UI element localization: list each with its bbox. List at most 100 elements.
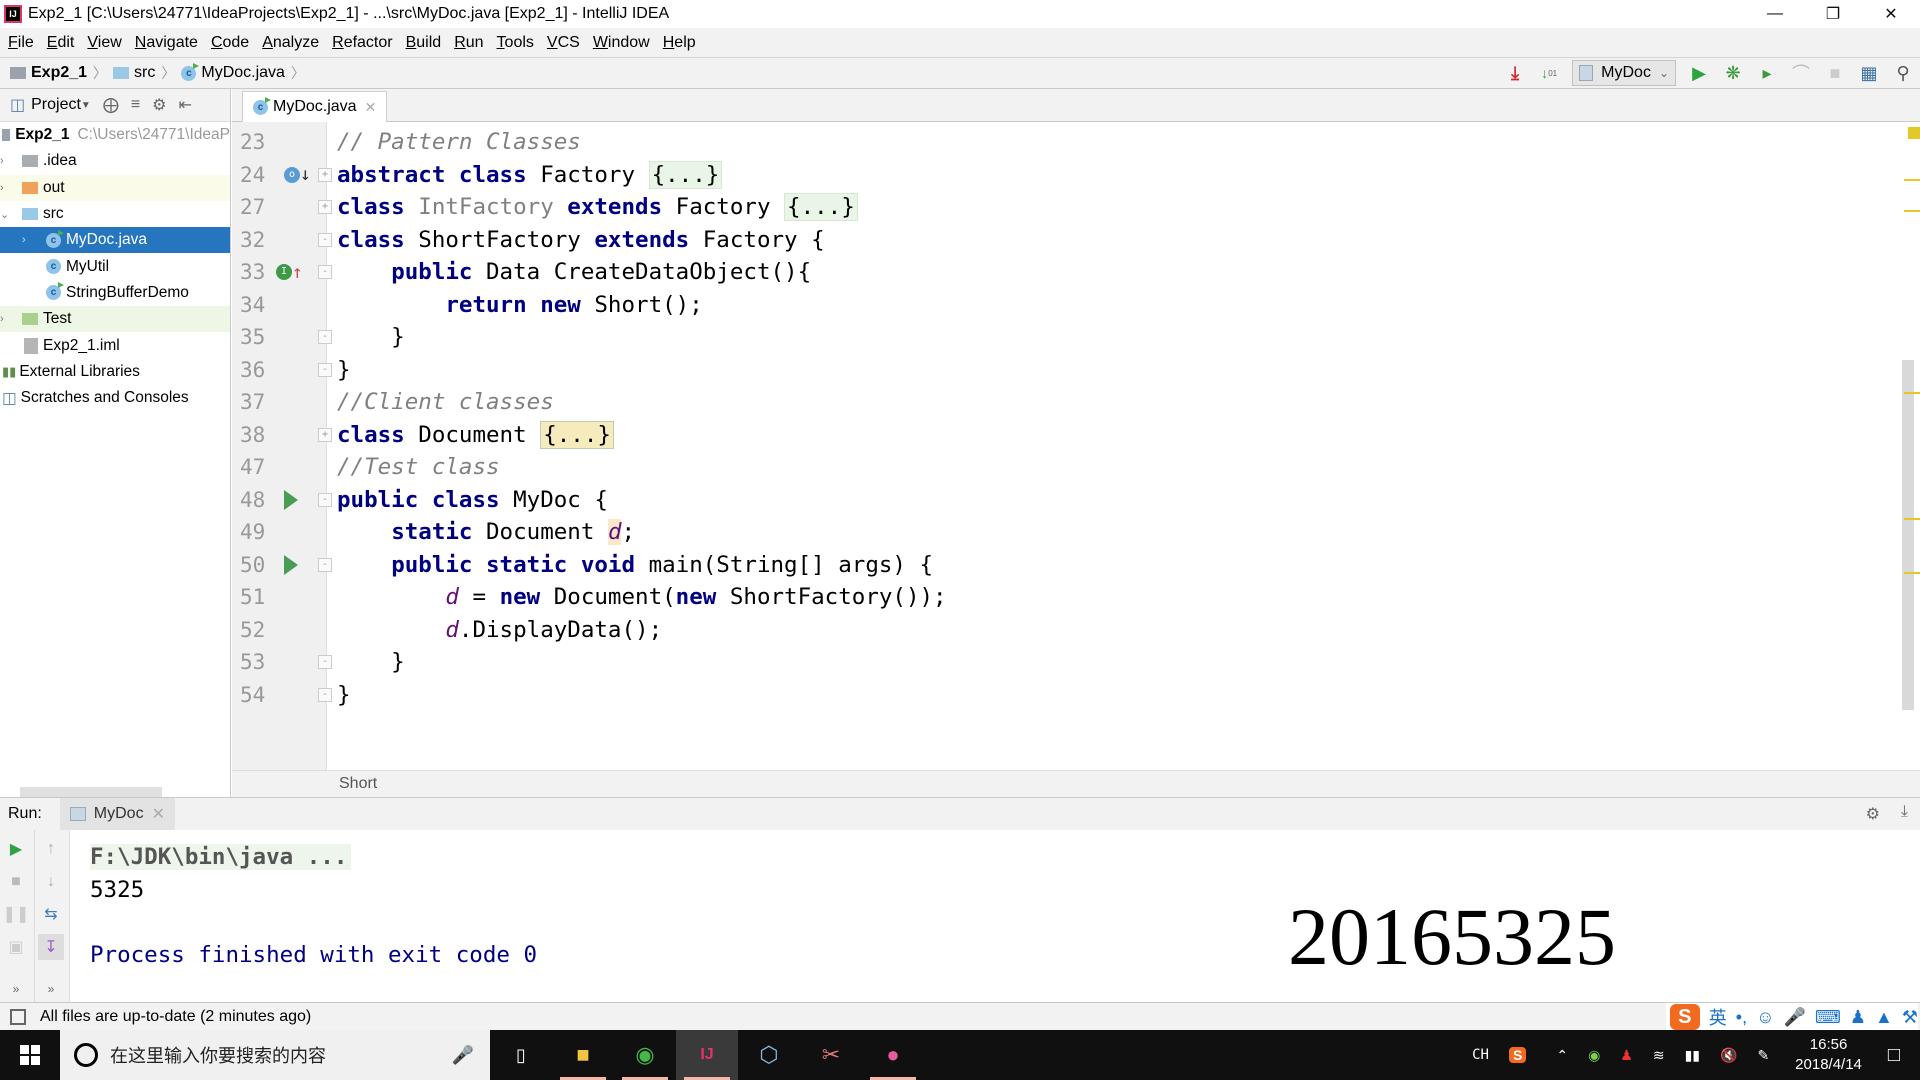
tree-item-out[interactable]: › out: [0, 174, 230, 201]
taskbar-snipping-tool[interactable]: ✂: [800, 1030, 862, 1080]
taskbar-virtualbox[interactable]: ⬡: [738, 1030, 800, 1080]
soft-wrap-icon[interactable]: ⇆: [40, 903, 62, 925]
tree-item-idea[interactable]: › .idea: [0, 148, 230, 174]
tree-item-external-libraries[interactable]: ▮▮ External Libraries: [0, 359, 230, 385]
breadcrumb-project[interactable]: Exp2_1 〉: [10, 63, 107, 83]
code-editor[interactable]: 23 // Pattern Classes 24 o ↓ + abstract …: [232, 122, 1920, 770]
run-tab-mydoc[interactable]: MyDoc ✕: [59, 797, 175, 831]
menu-window[interactable]: Window: [593, 34, 650, 52]
warning-marker[interactable]: [1904, 179, 1920, 181]
emoji-icon[interactable]: ☺: [1756, 1007, 1774, 1028]
chevron-right-icon[interactable]: ›: [22, 234, 26, 246]
pen-icon[interactable]: ✎: [1757, 1047, 1769, 1064]
fold-marker[interactable]: -: [318, 687, 332, 702]
more-icon[interactable]: »: [5, 978, 27, 1000]
microphone-icon[interactable]: 🎤: [1783, 1007, 1805, 1028]
clock[interactable]: 16:56 2018/4/14: [1795, 1035, 1862, 1075]
run-gutter-icon[interactable]: [284, 489, 298, 510]
fold-marker[interactable]: -: [318, 362, 332, 377]
fold-marker[interactable]: +: [318, 200, 332, 215]
menu-refactor[interactable]: Refactor: [332, 34, 392, 52]
tree-item-src[interactable]: ⌄ src: [0, 201, 230, 227]
browser-tray-icon[interactable]: ◉: [1588, 1047, 1600, 1064]
menu-file[interactable]: File: [8, 34, 34, 52]
sogou-logo-icon[interactable]: S: [1669, 1004, 1700, 1030]
tree-item-project[interactable]: Exp2_1 C:\Users\24771\IdeaP: [0, 122, 230, 148]
chevron-right-icon[interactable]: ›: [0, 155, 4, 167]
taskbar-paint[interactable]: ●: [862, 1030, 924, 1080]
project-view-select[interactable]: Project: [31, 96, 81, 114]
taskbar-browser[interactable]: ◉: [614, 1030, 676, 1080]
ime-mode-toggle[interactable]: 英: [1709, 1004, 1727, 1030]
tree-item-scratches[interactable]: ◫ Scratches and Consoles: [0, 385, 230, 411]
coverage-icon[interactable]: ▸: [1750, 58, 1784, 88]
fold-marker[interactable]: -: [318, 330, 332, 345]
close-button[interactable]: ✕: [1862, 0, 1920, 28]
breadcrumb-src[interactable]: src 〉: [113, 63, 175, 83]
menu-vcs[interactable]: VCS: [547, 34, 580, 52]
menu-tools[interactable]: Tools: [497, 34, 534, 52]
tree-item-test[interactable]: › Test: [0, 306, 230, 333]
taskbar-search[interactable]: 在这里输入你要搜索的内容 🎤: [60, 1030, 490, 1080]
taskbar-file-explorer[interactable]: ■: [552, 1030, 614, 1080]
warning-marker[interactable]: [1904, 392, 1920, 394]
warning-marker[interactable]: [1904, 572, 1920, 574]
tree-item-stringbufferdemo[interactable]: c StringBufferDemo: [0, 280, 230, 306]
user-icon[interactable]: ♟: [1850, 1007, 1866, 1028]
chevron-down-icon[interactable]: ⌄: [0, 208, 9, 221]
minimize-button[interactable]: —: [1746, 0, 1804, 28]
run-gutter-icon[interactable]: [284, 554, 298, 575]
volume-muted-icon[interactable]: 🔇: [1720, 1047, 1737, 1064]
gear-icon[interactable]: ⚙: [1866, 804, 1880, 824]
fold-marker[interactable]: -: [318, 265, 332, 280]
qq-icon[interactable]: ♟: [1620, 1047, 1633, 1064]
menu-view[interactable]: View: [87, 34, 121, 52]
pause-icon[interactable]: ❚❚: [3, 903, 30, 925]
build-icon[interactable]: ⤓: [1498, 58, 1532, 88]
warning-marker[interactable]: [1904, 518, 1920, 520]
tree-item-iml[interactable]: Exp2_1.iml: [0, 332, 230, 358]
search-icon[interactable]: ⚲: [1886, 58, 1920, 88]
wrench-icon[interactable]: ⚒: [1902, 1007, 1918, 1028]
camera-icon[interactable]: ▣: [5, 936, 27, 958]
fold-marker[interactable]: -: [318, 655, 332, 670]
fold-marker[interactable]: +: [318, 427, 332, 442]
editor-breadcrumb-item[interactable]: Short: [339, 775, 377, 793]
menu-help[interactable]: Help: [663, 34, 696, 52]
keyboard-icon[interactable]: ⌨: [1815, 1007, 1841, 1028]
profile-icon[interactable]: ⌒: [1784, 58, 1818, 88]
restore-button[interactable]: ❐: [1804, 0, 1862, 28]
collapse-icon[interactable]: ≡: [131, 96, 140, 114]
folded-block[interactable]: {...}: [540, 420, 614, 449]
fold-marker[interactable]: -: [318, 232, 332, 247]
ime-punctuation-toggle[interactable]: •,: [1736, 1007, 1747, 1028]
menu-edit[interactable]: Edit: [47, 34, 75, 52]
down-arrow-icon[interactable]: ↓: [40, 871, 62, 893]
fold-marker[interactable]: -: [318, 492, 332, 507]
debug-icon[interactable]: ❋: [1716, 58, 1750, 88]
console-output[interactable]: F:\JDK\bin\java ... 5325 Process finishe…: [70, 830, 1920, 1002]
start-button[interactable]: [0, 1030, 60, 1080]
stop-icon[interactable]: ■: [5, 871, 27, 893]
up-arrow-icon[interactable]: ↑: [40, 838, 62, 860]
wifi-icon[interactable]: ≋: [1653, 1047, 1665, 1064]
folded-block[interactable]: {...}: [648, 160, 723, 189]
close-tab-icon[interactable]: ✕: [365, 99, 377, 116]
scroll-to-end-icon[interactable]: ↧: [38, 934, 64, 960]
action-center-icon[interactable]: □: [1888, 1044, 1900, 1067]
breadcrumb-file[interactable]: c MyDoc.java 〉: [181, 62, 305, 83]
hide-icon[interactable]: ⇤: [179, 95, 192, 115]
menu-run[interactable]: Run: [454, 34, 483, 52]
sort-icon[interactable]: ↓ 01: [1532, 58, 1566, 88]
menu-build[interactable]: Build: [406, 34, 442, 52]
more-icon[interactable]: »: [40, 978, 62, 1000]
run-icon[interactable]: ▶: [1682, 58, 1716, 88]
tree-item-mydoc[interactable]: › c MyDoc.java: [0, 227, 230, 254]
skin-icon[interactable]: ▲: [1875, 1007, 1893, 1028]
microphone-icon[interactable]: 🎤: [452, 1045, 474, 1066]
input-language[interactable]: CH: [1472, 1047, 1489, 1063]
warning-marker[interactable]: [1904, 210, 1920, 212]
taskbar-intellij[interactable]: IJ: [676, 1030, 738, 1080]
rerun-icon[interactable]: ▶: [5, 838, 27, 860]
hide-panel-icon[interactable]: ⤓: [1901, 803, 1908, 821]
